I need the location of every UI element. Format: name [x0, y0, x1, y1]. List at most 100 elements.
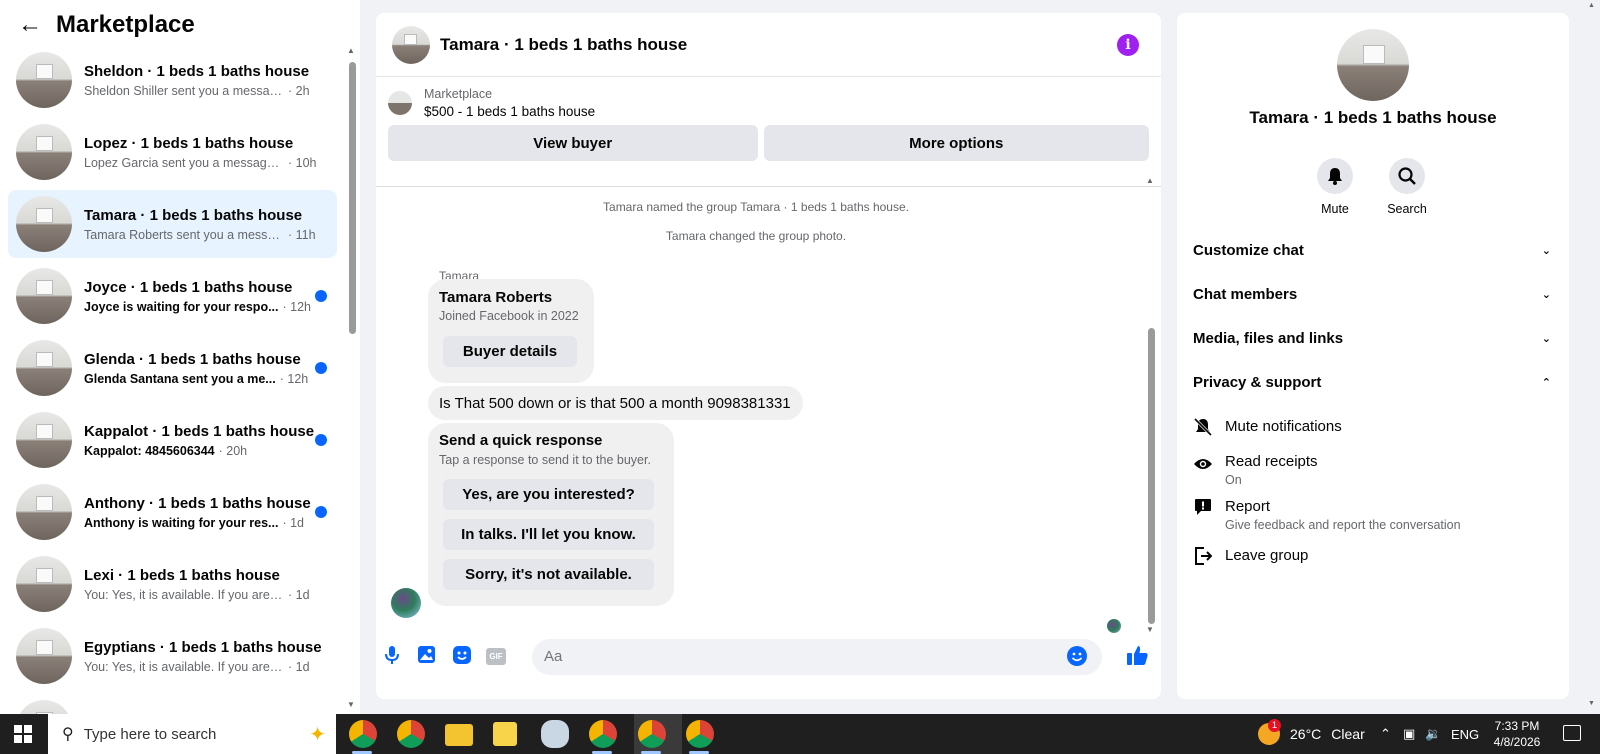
clock[interactable]: 7:33 PM 4/8/2026 — [1482, 718, 1552, 750]
conversation-time: · 12h — [279, 371, 309, 386]
conversation-item[interactable]: Egyptians · 1 beds 1 baths house You: Yes… — [8, 622, 337, 690]
item-subtitle: Give feedback and report the conversatio… — [1225, 518, 1461, 532]
conversation-name: Lopez · 1 beds 1 baths house — [84, 134, 294, 152]
taskbar-search[interactable]: ⚲ Type here to search ✦ — [48, 714, 336, 754]
thumbs-up-icon[interactable] — [1127, 644, 1148, 665]
chrome-profile-icon[interactable] — [589, 720, 617, 748]
language-indicator[interactable]: ENG — [1451, 714, 1479, 754]
mute-bell-icon — [1193, 417, 1213, 438]
emoji-icon[interactable] — [1067, 646, 1087, 666]
page-scroll-up-icon[interactable]: ▲ — [1588, 2, 1595, 9]
quick-response-subtitle: Tap a response to send it to the buyer. — [439, 453, 651, 467]
quick-response-title: Send a quick response — [439, 432, 603, 449]
quick-response-option[interactable]: Yes, are you interested? — [443, 479, 654, 510]
read-receipts-item[interactable]: Read receipts On — [1193, 453, 1551, 487]
conversation-item[interactable]: Lexi · 1 beds 1 baths house You: Yes, it … — [8, 550, 337, 618]
more-options-button[interactable]: More options — [763, 125, 1149, 161]
chrome-profile-icon[interactable] — [349, 720, 377, 748]
clock-date: 4/8/2026 — [1493, 735, 1541, 749]
chrome-icon[interactable] — [397, 720, 425, 748]
section-label: Chat members — [1193, 286, 1298, 303]
chrome-profile-icon[interactable] — [638, 720, 666, 748]
scroll-up-arrow-icon[interactable]: ▲ — [347, 46, 355, 55]
conversation-item[interactable]: Anthony · 1 beds 1 baths house Anthony is… — [8, 478, 337, 546]
notification-icon[interactable] — [1563, 725, 1581, 741]
conversation-preview: Anthony is waiting for your res... — [84, 515, 279, 530]
privacy-support-section[interactable]: Privacy & support ⌃ — [1193, 374, 1551, 391]
sidebar-scrollbar[interactable] — [349, 62, 356, 334]
unread-dot — [315, 434, 327, 446]
search-button[interactable]: Search — [1377, 158, 1437, 216]
conversation-time: · 12h — [282, 299, 312, 314]
message-composer: GIF — [376, 635, 1161, 679]
quick-response-card: Send a quick response Tap a response to … — [428, 423, 674, 606]
seen-indicator-avatar — [1107, 619, 1121, 633]
conversation-item[interactable]: Gi · 1 beds 1 baths house — [8, 694, 337, 714]
conversation-avatar — [16, 340, 72, 396]
conversation-name: Lexi · 1 beds 1 baths house — [84, 566, 280, 584]
leave-group-item[interactable]: Leave group — [1193, 547, 1551, 567]
item-title: Mute notifications — [1225, 418, 1342, 435]
buyer-details-button[interactable]: Buyer details — [443, 336, 577, 367]
file-explorer-icon[interactable] — [445, 724, 473, 746]
chat-scrollbar[interactable] — [1148, 328, 1155, 624]
view-buyer-button[interactable]: View buyer — [388, 125, 758, 161]
conversation-item[interactable]: Tamara · 1 beds 1 baths house Tamara Robe… — [8, 190, 337, 258]
scroll-down-arrow-icon[interactable]: ▼ — [347, 700, 355, 709]
report-icon — [1193, 498, 1213, 518]
clock-time: 7:33 PM — [1494, 719, 1540, 733]
message-input[interactable] — [532, 639, 1102, 675]
unread-dot — [315, 362, 327, 374]
conversation-item[interactable]: Glenda · 1 beds 1 baths house Glenda Sant… — [8, 334, 337, 402]
weather-widget[interactable]: 1 26°C Clear — [1258, 714, 1365, 754]
conversation-avatar — [16, 556, 72, 612]
chat-header: Tamara · 1 beds 1 baths house i — [376, 13, 1161, 77]
conversation-item[interactable]: Joyce · 1 beds 1 baths house Joyce is wai… — [8, 262, 337, 330]
mute-button[interactable]: Mute — [1305, 158, 1365, 216]
listing-price: $500 - 1 beds 1 baths house — [424, 104, 596, 119]
buyer-card: Tamara Roberts Joined Facebook in 2022 B… — [428, 279, 594, 383]
group-avatar[interactable] — [1337, 29, 1409, 101]
scroll-up-arrow-icon[interactable]: ▲ — [1146, 176, 1154, 185]
conversation-preview: Sheldon Shiller sent you a message... — [84, 83, 284, 98]
sticker-icon[interactable] — [452, 646, 472, 666]
sidebar-title: Marketplace — [56, 11, 195, 38]
conversation-name: Glenda · 1 beds 1 baths house — [84, 350, 301, 368]
conversation-time: · 11h — [288, 227, 316, 242]
volume-icon[interactable]: 🔉 — [1425, 714, 1441, 754]
unread-dot — [315, 290, 327, 302]
conversation-avatar — [16, 412, 72, 468]
chat-title[interactable]: Tamara · 1 beds 1 baths house — [440, 35, 687, 55]
microphone-icon[interactable] — [382, 646, 402, 666]
conversation-item[interactable]: Lopez · 1 beds 1 baths house Lopez Garcia… — [8, 118, 337, 186]
conversation-preview: Joyce is waiting for your respo... — [84, 299, 279, 314]
section-label: Customize chat — [1193, 242, 1304, 259]
media-files-links-section[interactable]: Media, files and links ⌄ — [1193, 330, 1551, 347]
page-scroll-down-icon[interactable]: ▼ — [1588, 700, 1595, 707]
info-icon[interactable]: i — [1117, 34, 1139, 56]
buyer-joined: Joined Facebook in 2022 — [439, 309, 579, 323]
windows-icon[interactable] — [14, 725, 32, 743]
sender-avatar[interactable] — [391, 588, 421, 618]
mute-notifications-item[interactable]: Mute notifications — [1193, 417, 1551, 438]
network-icon[interactable]: ▣ — [1403, 714, 1415, 754]
chat-avatar[interactable] — [392, 25, 430, 64]
sticky-notes-icon[interactable] — [493, 722, 517, 746]
back-arrow-icon[interactable]: ← — [18, 13, 44, 37]
customize-chat-section[interactable]: Customize chat ⌄ — [1193, 242, 1551, 259]
image-icon[interactable] — [416, 646, 436, 666]
conversation-item[interactable]: Sheldon · 1 beds 1 baths house Sheldon Sh… — [8, 46, 337, 114]
quick-response-option[interactable]: Sorry, it's not available. — [443, 559, 654, 590]
conversation-name: Sheldon · 1 beds 1 baths house — [84, 62, 310, 80]
quick-response-option[interactable]: In talks. I'll let you know. — [443, 519, 654, 550]
tray-chevron-up-icon[interactable]: ⌃ — [1380, 714, 1391, 754]
chat-members-section[interactable]: Chat members ⌄ — [1193, 286, 1551, 303]
scroll-down-arrow-icon[interactable]: ▼ — [1146, 625, 1154, 634]
report-item[interactable]: Report Give feedback and report the conv… — [1193, 498, 1551, 532]
chrome-profile-icon[interactable] — [686, 720, 714, 748]
conversation-item[interactable]: Kappalot · 1 beds 1 baths house Kappalot:… — [8, 406, 337, 474]
listing-thumbnail[interactable] — [388, 91, 412, 115]
gif-icon[interactable]: GIF — [486, 648, 506, 665]
conversation-avatar — [16, 268, 72, 324]
app-icon[interactable] — [541, 720, 569, 748]
